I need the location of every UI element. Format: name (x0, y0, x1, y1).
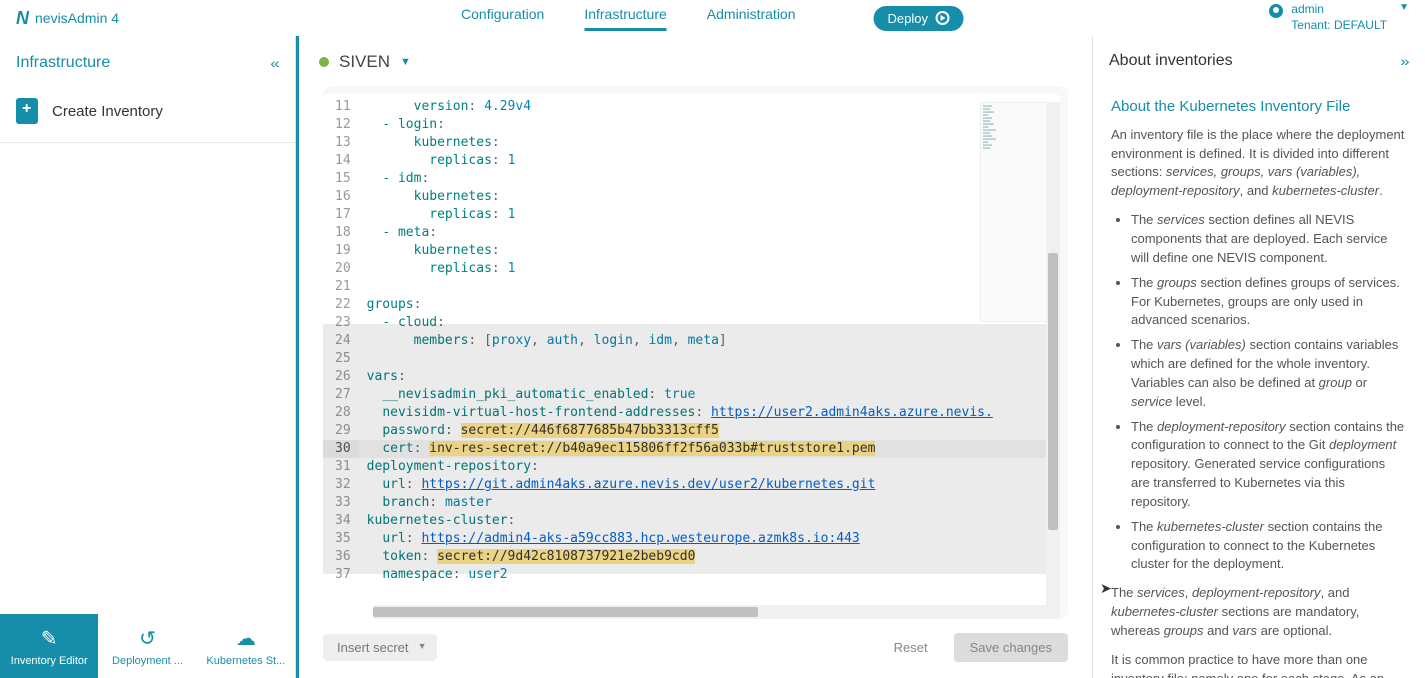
help-p3: It is common practice to have more than … (1111, 651, 1407, 678)
play-icon (936, 11, 950, 25)
sidebar-bottom-tabs: ✎ Inventory Editor ↺ Deployment ... ☁ Ku… (0, 614, 295, 678)
help-list-item: The groups section defines groups of ser… (1131, 274, 1407, 331)
nav-infrastructure[interactable]: Infrastructure (584, 6, 666, 31)
help-intro: An inventory file is the place where the… (1111, 126, 1407, 201)
horizontal-scrollbar-thumb[interactable] (373, 607, 758, 617)
help-list: The services section defines all NEVIS c… (1111, 211, 1407, 574)
vertical-scrollbar[interactable] (1046, 102, 1060, 605)
pencil-icon: ✎ (41, 626, 58, 651)
collapse-sidebar-icon[interactable]: « (270, 55, 279, 71)
help-title: About inventories (1109, 52, 1233, 70)
help-body[interactable]: About the Kubernetes Inventory File An i… (1093, 84, 1425, 678)
code-editor[interactable]: 1112131415161718192021222324252627282930… (323, 94, 1060, 619)
app-logo[interactable]: N nevisAdmin 4 (16, 8, 119, 29)
chevron-down-icon: ▼ (1399, 2, 1409, 13)
user-icon (1269, 4, 1283, 18)
help-list-item: The services section defines all NEVIS c… (1131, 211, 1407, 268)
create-inventory-button[interactable]: Create Inventory (0, 88, 295, 143)
help-p2: The services, deployment-repository, and… (1111, 584, 1407, 641)
nav-configuration[interactable]: Configuration (461, 6, 544, 31)
sidebar-title: Infrastructure (16, 54, 110, 72)
add-document-icon (16, 98, 38, 124)
create-inventory-label: Create Inventory (52, 103, 163, 120)
logo-icon: N (16, 8, 29, 29)
help-list-item: The vars (variables) section contains va… (1131, 336, 1407, 411)
app-name: nevisAdmin 4 (35, 10, 119, 26)
nav-administration[interactable]: Administration (707, 6, 796, 31)
tab-kubernetes-status[interactable]: ☁ Kubernetes St... (197, 614, 295, 678)
status-dot-icon (319, 57, 329, 67)
user-name: admin (1291, 2, 1387, 18)
help-list-item: The kubernetes-cluster section contains … (1131, 518, 1407, 575)
horizontal-scrollbar[interactable] (373, 605, 1060, 619)
top-nav: Configuration Infrastructure Administrat… (461, 6, 964, 31)
cloud-icon: ☁ (236, 626, 256, 651)
chevron-down-icon[interactable]: ▼ (400, 56, 411, 68)
minimap-viewport[interactable] (323, 324, 1046, 574)
insert-secret-dropdown[interactable]: Insert secret (323, 634, 437, 661)
user-menu[interactable]: admin Tenant: DEFAULT ▼ (1269, 2, 1409, 33)
tab-deployment-history[interactable]: ↺ Deployment ... (98, 614, 196, 678)
help-list-item: The deployment-repository section contai… (1131, 418, 1407, 512)
center-panel: SIVEN ▼ 11121314151617181920212223242526… (296, 36, 1092, 678)
tab-inventory-editor[interactable]: ✎ Inventory Editor (0, 614, 98, 678)
vertical-scrollbar-thumb[interactable] (1048, 253, 1058, 530)
inventory-title: SIVEN (339, 52, 390, 72)
sidebar: Infrastructure « Create Inventory ✎ Inve… (0, 36, 296, 678)
help-panel: About inventories » About the Kubernetes… (1092, 36, 1425, 678)
history-icon: ↺ (139, 626, 156, 651)
user-tenant: Tenant: DEFAULT (1291, 18, 1387, 34)
expand-help-icon[interactable]: » (1400, 53, 1409, 69)
help-heading-1: About the Kubernetes Inventory File (1111, 96, 1407, 118)
reset-button[interactable]: Reset (880, 634, 942, 661)
deploy-label: Deploy (888, 11, 928, 26)
save-changes-button[interactable]: Save changes (954, 633, 1068, 662)
deploy-button[interactable]: Deploy (874, 6, 964, 31)
